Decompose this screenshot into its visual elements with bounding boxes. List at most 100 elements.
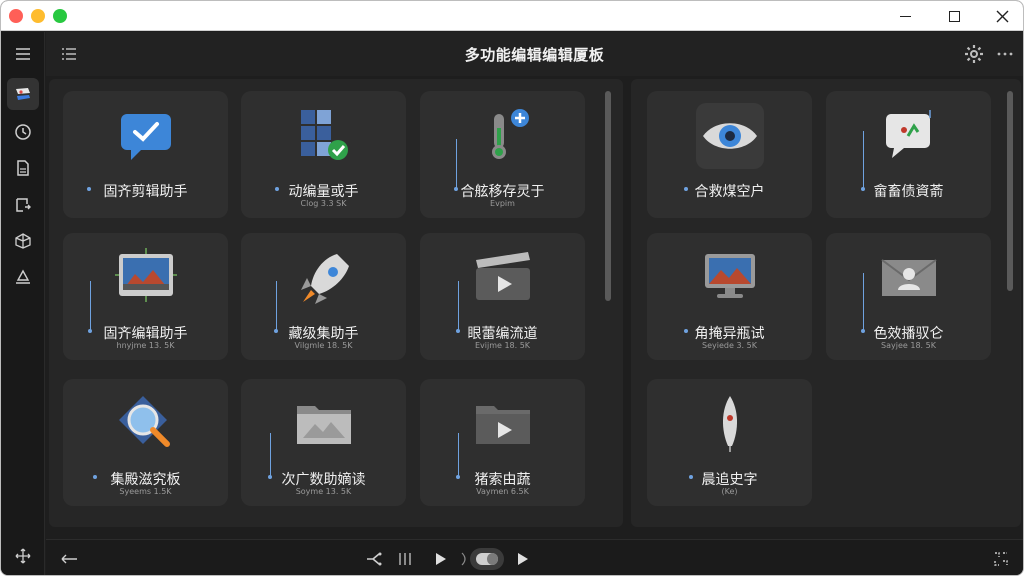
card-label: 集殿滋究板 <box>110 472 181 488</box>
card-sub: Vaymen 6.5K <box>476 487 529 496</box>
scrollbar-right[interactable] <box>1007 91 1013 291</box>
tools-panel-left: 固齐剪辑助手 动编量或手 Clog 3.3 SK 合舷移存灵于 Evpim 固齐… <box>49 79 623 527</box>
tool-card[interactable]: 猪索由蔬 Vaymen 6.5K <box>420 379 585 506</box>
card-label: 角掩异瓶试 <box>694 326 765 342</box>
card-sub: hnyjme 13. 5K <box>116 341 175 350</box>
separator <box>460 548 468 570</box>
tool-card[interactable]: 动编量或手 Clog 3.3 SK <box>241 91 406 218</box>
export-icon <box>16 198 31 212</box>
card-label: 藏级集助手 <box>288 326 359 342</box>
zoom-dot-button[interactable] <box>53 9 67 23</box>
grid-check-icon <box>289 105 359 165</box>
settings-button[interactable] <box>963 43 985 65</box>
rail-document-button[interactable] <box>7 152 39 184</box>
tool-card[interactable]: 晨追史字 (Ke) <box>647 379 812 506</box>
rail-export-button[interactable] <box>7 189 39 221</box>
play-next-button[interactable] <box>512 548 534 570</box>
play-next-icon <box>518 553 528 565</box>
play-button[interactable] <box>430 548 452 570</box>
page-title: 多功能编辑编辑厦板 <box>464 46 605 64</box>
eye-icon <box>695 103 764 169</box>
clapper-play-icon <box>468 247 538 307</box>
card-label: 固齐编辑助手 <box>103 326 188 342</box>
maximize-icon <box>948 10 960 22</box>
bottom-toolbar <box>46 539 1023 575</box>
card-label: 固齐剪辑助手 <box>103 184 188 200</box>
toggle-pill-icon <box>476 553 498 565</box>
card-sub: Evijme 18. 5K <box>474 341 531 350</box>
rail-cube-button[interactable] <box>7 225 39 257</box>
document-icon <box>17 160 29 176</box>
left-rail <box>1 32 45 575</box>
upload-icon <box>16 269 30 284</box>
card-sub: Sayjee 18. 5K <box>881 341 936 350</box>
card-sub: Vilgmle 18. 5K <box>294 341 353 350</box>
rail-upload-button[interactable] <box>7 261 39 293</box>
card-label: 晨追史字 <box>701 472 758 488</box>
paren-icon <box>461 552 466 566</box>
tool-card[interactable]: 集殿滋究板 Syeems 1.5K <box>63 379 228 506</box>
card-label: 合救煤空户 <box>694 184 765 200</box>
card-sub: Syeems 1.5K <box>119 487 172 496</box>
cube-icon <box>15 233 31 249</box>
play-icon <box>436 553 446 565</box>
layers-icon <box>16 88 30 100</box>
card-sub: (Ke) <box>721 487 738 496</box>
card-label: 合舷移存灵于 <box>460 184 545 200</box>
bars-button[interactable] <box>394 548 416 570</box>
minimize-dot-button[interactable] <box>31 9 45 23</box>
close-dot-button[interactable] <box>9 9 23 23</box>
branch-button[interactable] <box>362 548 386 570</box>
more-icon <box>997 52 1013 56</box>
contact-mail-icon <box>874 247 944 307</box>
title-bar <box>1 1 1023 31</box>
card-sub: Soyme 13. 5K <box>295 487 352 496</box>
move-icon <box>15 548 31 564</box>
close-button[interactable] <box>982 4 1022 28</box>
back-button[interactable] <box>58 548 80 570</box>
rail-history-button[interactable] <box>7 116 39 148</box>
scrollbar-left[interactable] <box>605 91 611 301</box>
tools-panel-right: 合救煤空户 畲畜债資萮 角掩异瓶试 Seyiede 3. 5K 色效播驭仑 Sa… <box>631 79 1021 527</box>
feather-icon <box>695 393 765 453</box>
tool-card[interactable]: 固齐剪辑助手 <box>63 91 228 218</box>
card-sub: Evpim <box>490 199 515 208</box>
card-label: 猪索由蔬 <box>474 472 531 488</box>
chat-check-icon <box>111 105 181 165</box>
tool-card[interactable]: 藏级集助手 Vilgmle 18. 5K <box>241 233 406 360</box>
branch-icon <box>367 552 382 566</box>
folder-play-icon <box>468 393 538 453</box>
card-label: 色效播驭仑 <box>873 326 944 342</box>
grid-dots-button[interactable] <box>990 548 1012 570</box>
grid-dots-icon <box>994 552 1008 566</box>
magnifier-icon <box>111 393 181 453</box>
tool-card[interactable]: 合舷移存灵于 Evpim <box>420 91 585 218</box>
folder-icon <box>289 393 359 453</box>
rail-menu-button[interactable] <box>7 38 39 70</box>
maximize-button[interactable] <box>934 4 974 28</box>
back-arrow-icon <box>61 554 77 564</box>
card-label: 畲畜债資萮 <box>873 184 944 200</box>
monitor-icon <box>695 247 765 307</box>
message-icon <box>874 105 944 165</box>
card-label: 动编量或手 <box>288 184 359 200</box>
thermometer-plus-icon <box>468 105 538 165</box>
tool-card[interactable]: 畲畜债資萮 <box>826 91 991 218</box>
more-button[interactable] <box>994 43 1016 65</box>
clock-icon <box>15 124 31 140</box>
tool-card[interactable]: 固齐编辑助手 hnyjme 13. 5K <box>63 233 228 360</box>
tool-card[interactable]: 色效播驭仑 Sayjee 18. 5K <box>826 233 991 360</box>
tool-card[interactable]: 合救煤空户 <box>647 91 812 218</box>
minimize-button[interactable] <box>885 4 925 28</box>
rail-move-button[interactable] <box>7 540 39 572</box>
menu-icon <box>16 48 30 60</box>
tool-card[interactable]: 次广数助嫡读 Soyme 13. 5K <box>241 379 406 506</box>
tool-card[interactable]: 眼蕾编流道 Evijme 18. 5K <box>420 233 585 360</box>
toggle-button[interactable] <box>470 548 504 570</box>
card-label: 眼蕾编流道 <box>467 326 538 342</box>
bars-icon <box>399 553 411 565</box>
minimize-icon <box>899 15 911 17</box>
rocket-icon <box>289 247 359 307</box>
rail-layers-button[interactable] <box>7 78 39 110</box>
tool-card[interactable]: 角掩异瓶试 Seyiede 3. 5K <box>647 233 812 360</box>
